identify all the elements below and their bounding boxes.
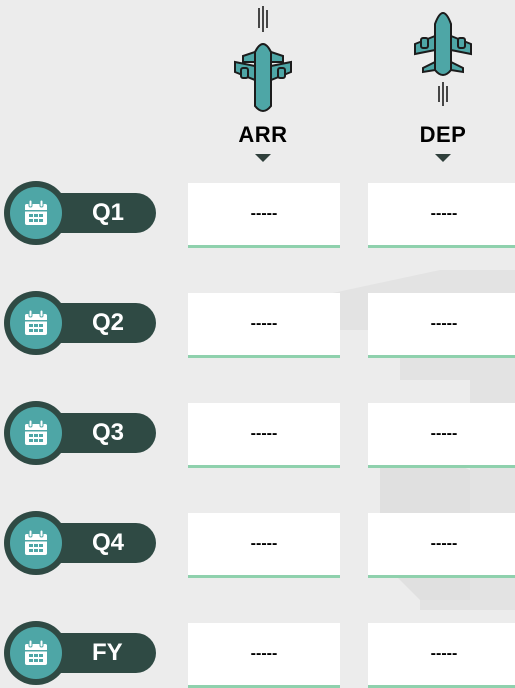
row-pill-fy: FY bbox=[4, 621, 156, 685]
row-label: Q3 bbox=[92, 419, 125, 446]
row-pill-q1: Q1 bbox=[4, 181, 156, 245]
arr-value-cell: ----- bbox=[188, 293, 340, 358]
dep-value-cell: ----- bbox=[368, 623, 515, 688]
column-header-arr: ARR bbox=[203, 6, 323, 162]
departure-plane-icon bbox=[414, 12, 472, 106]
calendar-icon bbox=[25, 310, 47, 335]
calendar-icon bbox=[25, 420, 47, 445]
dep-value-cell: ----- bbox=[368, 293, 515, 358]
row-pill-q3: Q3 bbox=[4, 401, 156, 465]
dep-value-cell: ----- bbox=[368, 513, 515, 578]
arr-value-cell: ----- bbox=[188, 623, 340, 688]
arrival-plane-icon bbox=[234, 6, 292, 112]
arr-value-cell: ----- bbox=[188, 403, 340, 468]
column-label-arr: ARR bbox=[238, 122, 288, 147]
arr-value-cell: ----- bbox=[188, 183, 340, 248]
row-label: Q4 bbox=[92, 529, 125, 556]
calendar-icon bbox=[25, 530, 47, 555]
column-header-dep: DEP bbox=[383, 6, 503, 162]
chevron-down-icon bbox=[435, 154, 451, 162]
row-pill-q2: Q2 bbox=[4, 291, 156, 355]
calendar-icon bbox=[25, 200, 47, 225]
dep-value-cell: ----- bbox=[368, 183, 515, 248]
arr-value-cell: ----- bbox=[188, 513, 340, 578]
dep-value-cell: ----- bbox=[368, 403, 515, 468]
chevron-down-icon bbox=[255, 154, 271, 162]
row-label: FY bbox=[92, 639, 123, 666]
row-label: Q2 bbox=[92, 309, 125, 336]
row-label: Q1 bbox=[92, 199, 125, 226]
calendar-icon bbox=[25, 640, 47, 665]
row-pill-q4: Q4 bbox=[4, 511, 156, 575]
column-label-dep: DEP bbox=[419, 122, 467, 147]
